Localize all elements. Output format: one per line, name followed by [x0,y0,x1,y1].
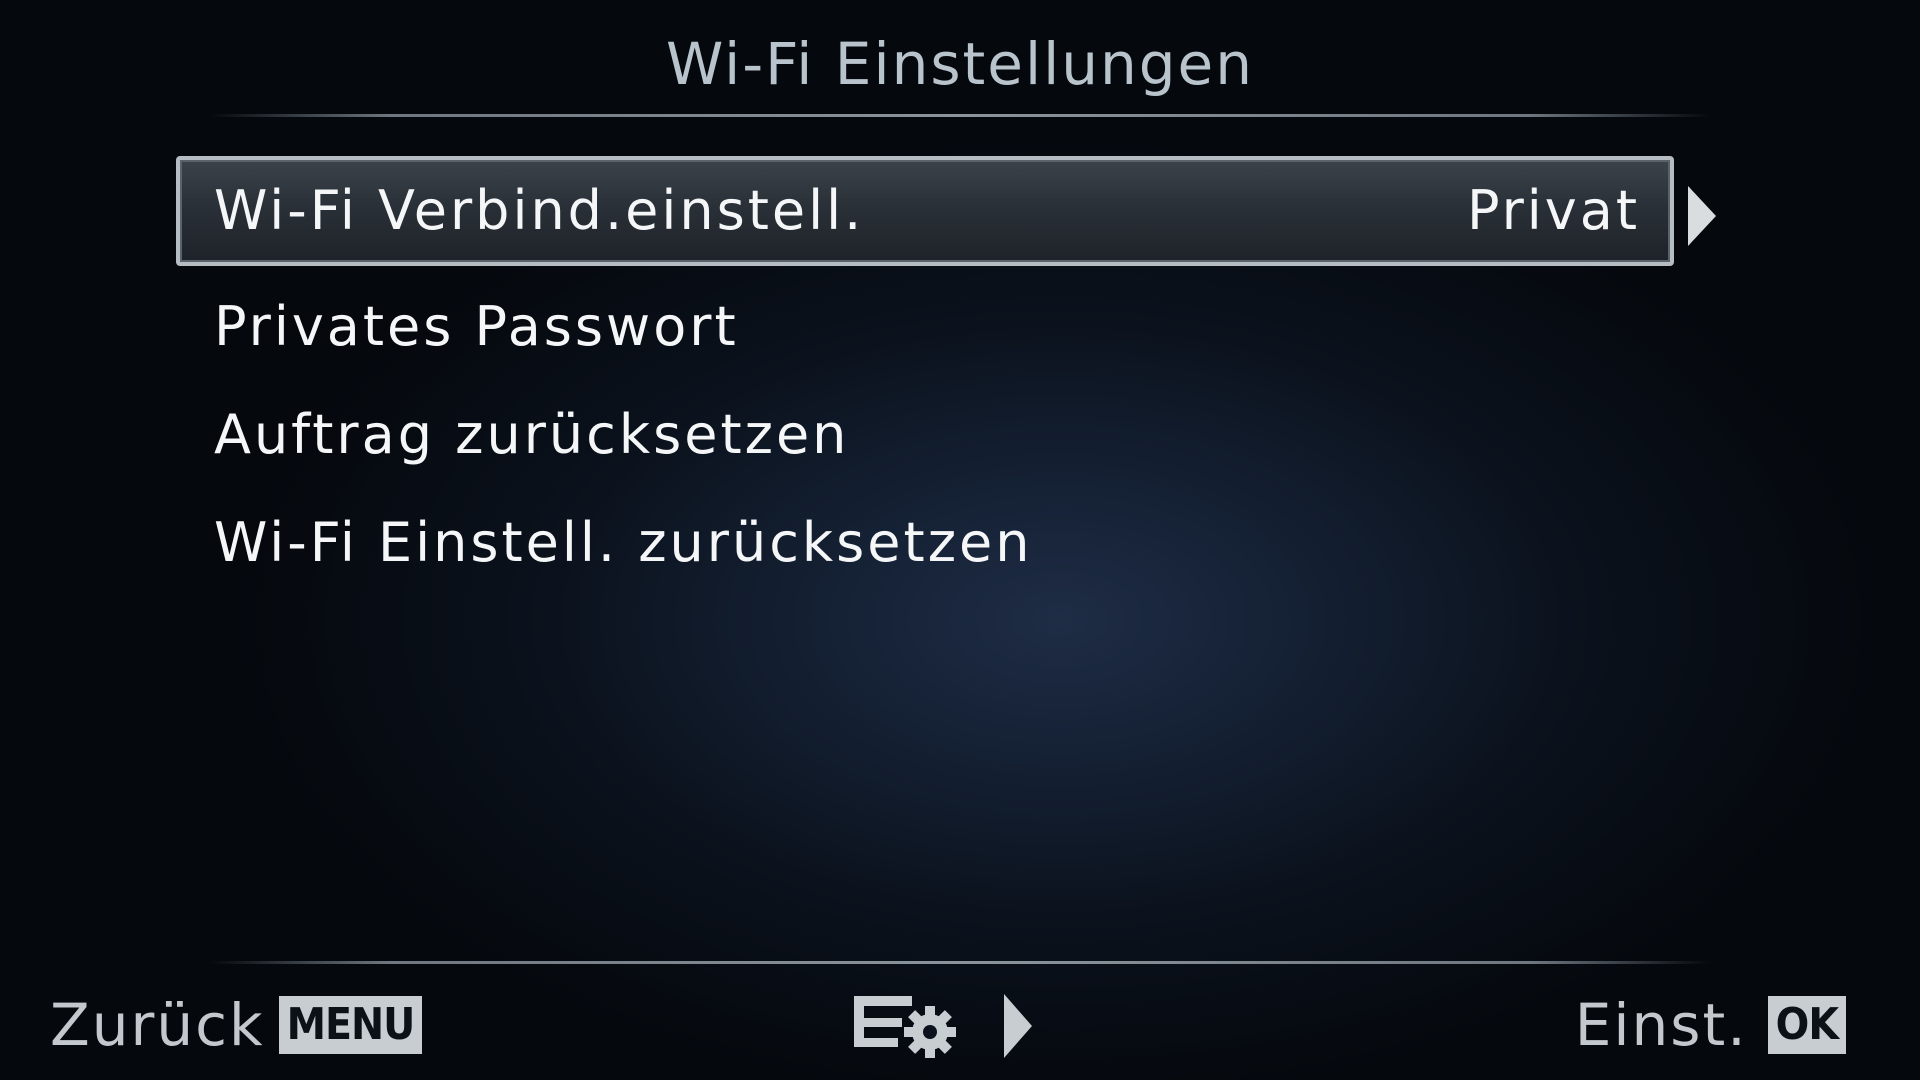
menu-item-value: Privat [1466,179,1640,242]
menu-item-label: Wi-Fi Einstell. zurücksetzen [214,511,1033,574]
ok-key-badge: OK [1767,996,1846,1054]
back-label: Zurück [50,991,265,1059]
set-label: Einst. [1574,991,1748,1059]
menu-item-reset-wifi-settings[interactable]: Wi-Fi Einstell. zurücksetzen [176,488,1674,598]
set-button[interactable]: Einst. OK [1575,990,1846,1060]
menu-item-label: Privates Passwort [214,295,739,358]
page-title: Wi-Fi Einstellungen [666,30,1254,98]
back-button[interactable]: Zurück MENU [50,990,423,1060]
menu-item-wifi-connection-settings[interactable]: Wi-Fi Verbind.einstell. Privat [176,156,1674,266]
menu-item-label: Auftrag zurücksetzen [214,403,850,466]
arrow-right-icon[interactable] [1688,186,1716,246]
title-divider [210,114,1710,117]
settings-shortcut[interactable] [852,990,1042,1060]
footer-divider [210,961,1710,964]
menu-item-private-password[interactable]: Privates Passwort [176,272,1674,382]
menu-item-label: Wi-Fi Verbind.einstell. [214,179,865,242]
camera-menu-screen: Wi-Fi Einstellungen Wi-Fi Verbind.einste… [0,0,1920,1080]
menu-item-reset-order[interactable]: Auftrag zurücksetzen [176,380,1674,490]
menu-key-badge: MENU [278,996,423,1054]
settings-list-icon [854,996,956,1058]
arrow-right-icon [1004,994,1032,1058]
